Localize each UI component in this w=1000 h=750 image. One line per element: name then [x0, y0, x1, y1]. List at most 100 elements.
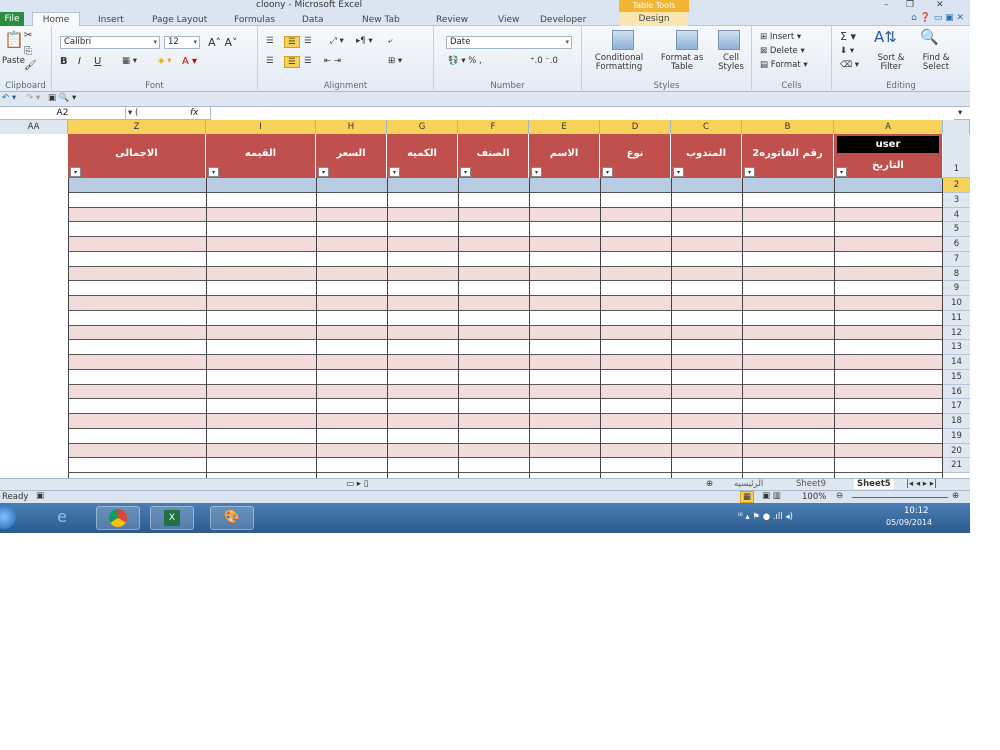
row-header[interactable]: 2	[943, 178, 970, 193]
header-cell-name[interactable]: الاسم ▾	[529, 134, 600, 178]
zoom-level[interactable]: 100%	[802, 492, 826, 502]
delete-cells-button[interactable]: ⊠ Delete ▾	[760, 46, 805, 56]
table-row[interactable]	[68, 428, 942, 444]
insert-sheet-icon[interactable]: ⊕	[706, 479, 713, 489]
table-row[interactable]	[68, 369, 942, 385]
name-box[interactable]: A2	[0, 107, 126, 120]
filter-dropdown-icon[interactable]: ▾	[389, 167, 400, 177]
tab-view[interactable]: View	[498, 15, 519, 25]
row-header[interactable]: 17	[943, 399, 970, 414]
align-center-button[interactable]: ☰	[284, 56, 300, 68]
sheet-tab-main[interactable]: الرئيسيه	[734, 479, 763, 489]
sheet-tab-sheet9[interactable]: Sheet9	[796, 479, 826, 489]
filter-dropdown-icon[interactable]: ▾	[208, 167, 219, 177]
zoom-out-icon[interactable]: ⊖	[836, 491, 843, 501]
align-middle-button[interactable]: ☰	[284, 36, 300, 48]
table-row[interactable]	[68, 178, 942, 193]
normal-view-button[interactable]: ▦	[740, 491, 755, 503]
find-select-icon[interactable]: 🔍	[920, 28, 939, 46]
font-size-combo[interactable]: 12 ▾	[164, 36, 200, 49]
zoom-in-icon[interactable]: ⊕	[952, 491, 959, 501]
select-all-corner[interactable]	[943, 120, 970, 134]
tab-review[interactable]: Review	[436, 15, 468, 25]
table-row[interactable]	[68, 399, 942, 414]
clock-date[interactable]: 05/09/2014	[886, 518, 932, 527]
column-header-e[interactable]: E	[529, 120, 600, 134]
user-label-box[interactable]: user	[837, 136, 939, 153]
close-icon[interactable]: ✕	[936, 0, 944, 10]
row-header[interactable]: 19	[943, 428, 970, 444]
format-as-table-button[interactable]: Format as Table	[654, 54, 710, 72]
table-row[interactable]	[68, 414, 942, 429]
row-header[interactable]: 11	[943, 310, 970, 326]
table-row[interactable]	[68, 251, 942, 267]
fill-icon[interactable]: ⬇ ▾	[840, 46, 854, 56]
header-cell-item[interactable]: الصنف ▾	[458, 134, 529, 178]
column-header-aa[interactable]: AA	[0, 120, 68, 134]
font-name-combo[interactable]: Calibri ▾	[60, 36, 160, 49]
tab-page-layout[interactable]: Page Layout	[152, 15, 207, 25]
align-top-icon[interactable]: ☰	[266, 36, 274, 46]
row-header[interactable]: 14	[943, 355, 970, 370]
macro-record-icon[interactable]: ▣	[36, 491, 44, 501]
row-header[interactable]: 15	[943, 369, 970, 385]
filter-dropdown-icon[interactable]: ▾	[836, 167, 847, 177]
sort-filter-icon[interactable]: A⇅	[874, 28, 897, 46]
format-painter-icon[interactable]: 🖌	[24, 60, 37, 71]
orientation-icon[interactable]: ⤢ ▾	[330, 36, 344, 46]
row-header[interactable]: 8	[943, 266, 970, 282]
table-row[interactable]	[68, 325, 942, 341]
autosum-icon[interactable]: Σ ▾	[840, 30, 856, 43]
filter-dropdown-icon[interactable]: ▾	[318, 167, 329, 177]
header-cell-total[interactable]: الاجمالى ▾	[68, 134, 206, 178]
rtl-icon[interactable]: ▸¶ ▾	[356, 36, 373, 46]
row-header[interactable]: 18	[943, 414, 970, 429]
header-cell-price[interactable]: السعر ▾	[316, 134, 387, 178]
table-row[interactable]	[68, 384, 942, 400]
header-cell-type[interactable]: نوع ▾	[600, 134, 671, 178]
header-cell-agent[interactable]: المندوب ▾	[671, 134, 742, 178]
help-icon[interactable]: ⌂ ❓ ▭ ▣ ✕	[911, 13, 964, 23]
row-header[interactable]: 5	[943, 222, 970, 237]
column-header-g[interactable]: G	[387, 120, 458, 134]
accounting-icon[interactable]: 💱 ▾ % ,	[448, 56, 482, 66]
tab-new-tab[interactable]: New Tab	[362, 15, 400, 25]
conditional-formatting-icon[interactable]	[612, 30, 634, 50]
table-row[interactable]	[68, 237, 942, 252]
decimal-icon[interactable]: ⁺.0 ⁻.0	[530, 56, 558, 66]
row-header[interactable]: 1	[943, 134, 970, 178]
header-cell-value[interactable]: القيمه ▾	[206, 134, 316, 178]
format-cells-button[interactable]: ▤ Format ▾	[760, 60, 808, 70]
tab-home[interactable]: Home	[32, 12, 80, 27]
row-header[interactable]: 21	[943, 458, 970, 473]
hscroll-left-icon[interactable]: ▭ ▸ ▯	[346, 479, 368, 489]
align-left-icon[interactable]: ☰	[266, 56, 274, 66]
row-header[interactable]: 13	[943, 340, 970, 355]
filter-dropdown-icon[interactable]: ▾	[744, 167, 755, 177]
insert-cells-button[interactable]: ⊞ Insert ▾	[760, 32, 801, 42]
align-right-icon[interactable]: ☰	[304, 56, 312, 66]
header-cell-invoice-number[interactable]: رقم الفاتوره2 ▾	[742, 134, 834, 178]
clock-time[interactable]: 10:12	[904, 506, 929, 516]
table-row[interactable]	[68, 281, 942, 296]
tray-icons[interactable]: ᴵᴵᴵ ▴ ⚑ ● .ıll ◂)	[738, 512, 793, 522]
column-header-z[interactable]: Z	[68, 120, 206, 134]
tab-file[interactable]: File	[0, 12, 24, 26]
sort-filter-button[interactable]: Sort & Filter	[868, 54, 914, 72]
borders-icon[interactable]: ▦ ▾	[122, 56, 137, 66]
table-row[interactable]	[68, 296, 942, 311]
table-row[interactable]	[68, 222, 942, 237]
page-layout-view-icon[interactable]: ▣ ▥	[762, 491, 781, 501]
filter-dropdown-icon[interactable]: ▾	[460, 167, 471, 177]
row-header[interactable]: 7	[943, 251, 970, 267]
sheet-tab-sheet5[interactable]: Sheet5	[854, 479, 894, 489]
paste-label[interactable]: Paste	[2, 56, 25, 66]
sheet-nav-icon[interactable]: |◂ ◂ ▸ ▸|	[906, 479, 937, 489]
filter-dropdown-icon[interactable]: ▾	[602, 167, 613, 177]
excel-icon[interactable]: X	[150, 506, 194, 530]
wrap-text-icon[interactable]: ⤶	[388, 36, 393, 46]
table-row[interactable]	[68, 192, 942, 208]
copy-icon[interactable]: ⎘	[24, 46, 32, 57]
column-header-d[interactable]: D	[600, 120, 671, 134]
find-select-button[interactable]: Find & Select	[914, 54, 958, 72]
